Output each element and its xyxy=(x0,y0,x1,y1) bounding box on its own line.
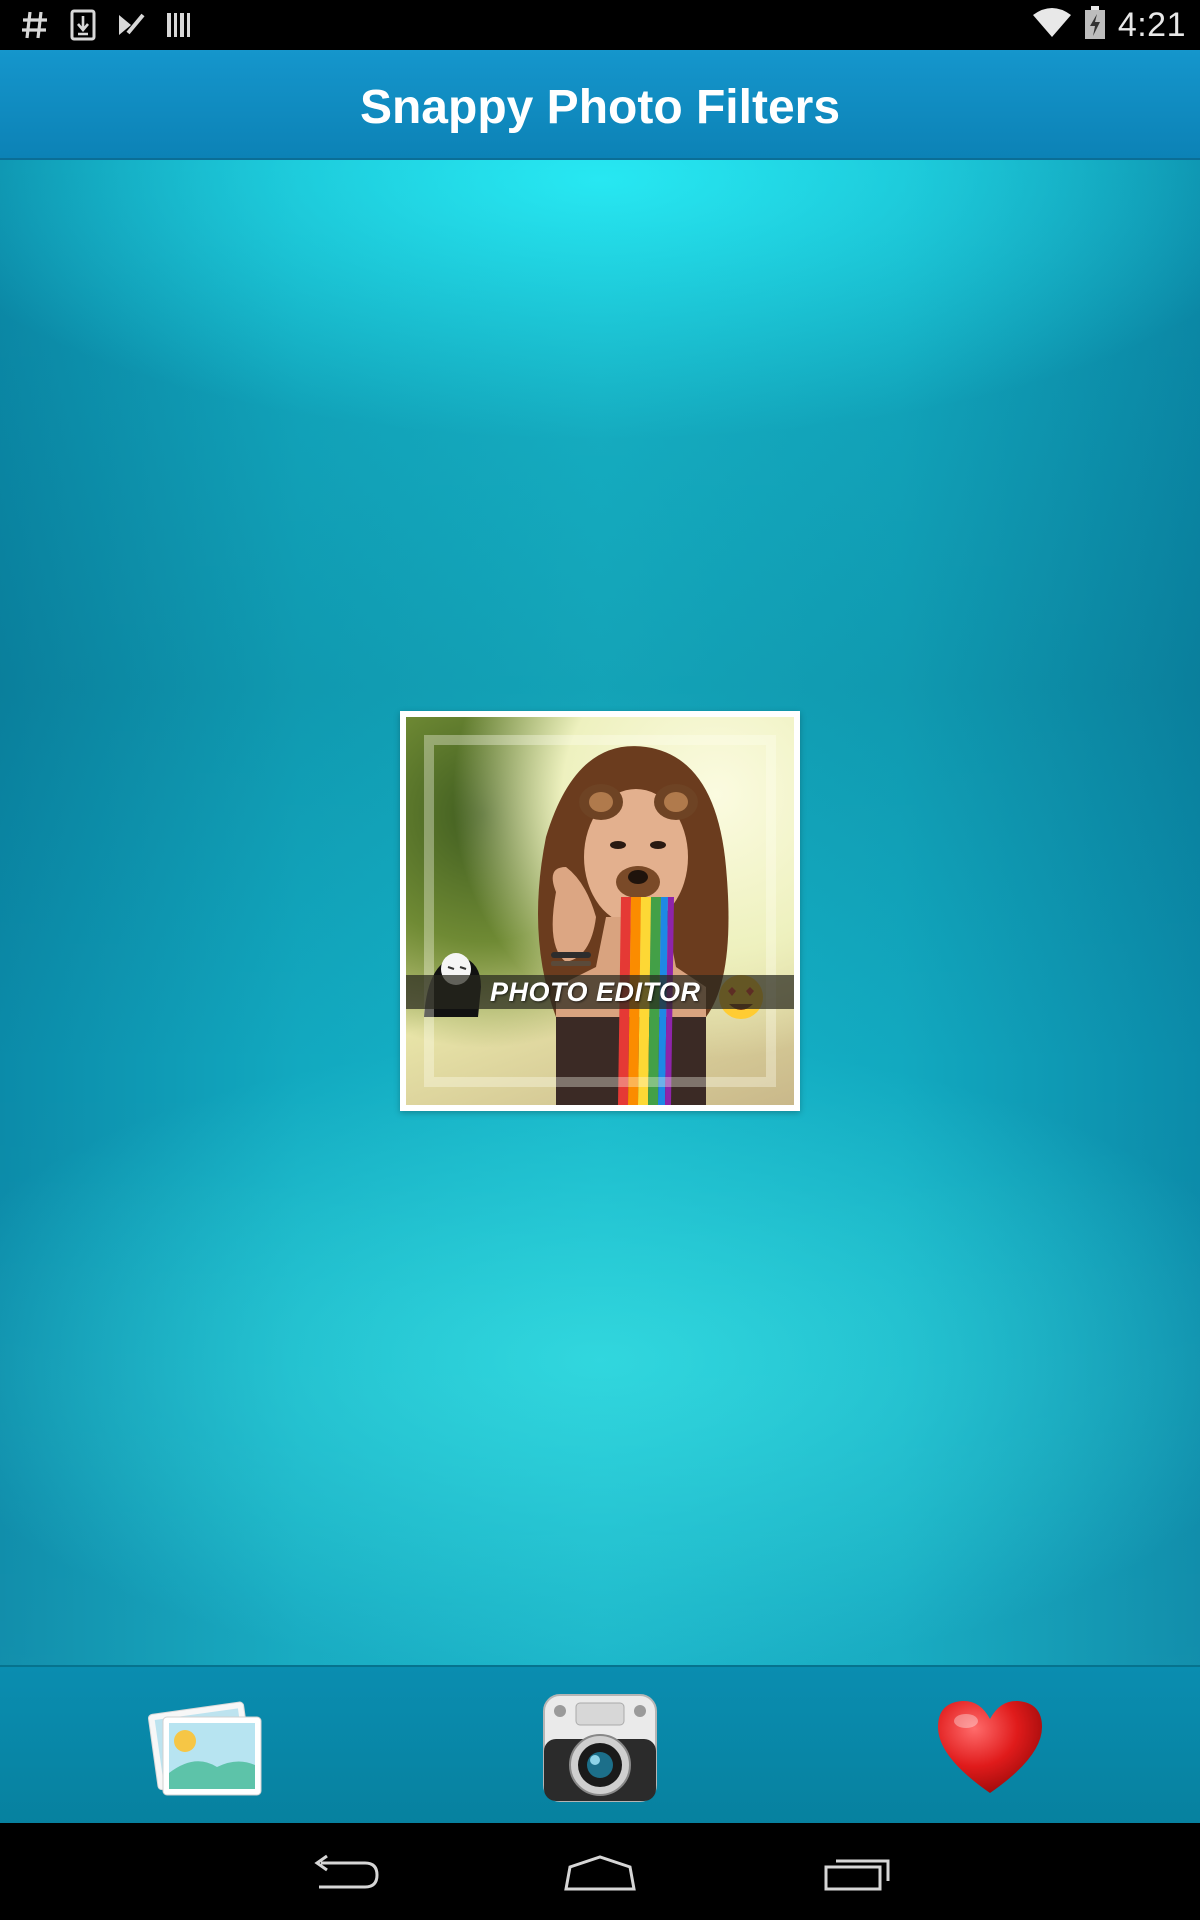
barcode-icon xyxy=(164,8,194,42)
promo-banner-text: PHOTO EDITOR xyxy=(490,977,701,1007)
hash-icon xyxy=(20,8,50,42)
app-title: Snappy Photo Filters xyxy=(359,81,841,134)
wifi-icon xyxy=(1032,7,1072,44)
recents-icon xyxy=(824,1859,890,1891)
favorites-button[interactable] xyxy=(928,1685,1052,1809)
gallery-button[interactable] xyxy=(145,1685,269,1809)
play-store-icon xyxy=(116,8,146,42)
promo-photo xyxy=(406,717,794,1105)
back-icon xyxy=(314,1854,379,1889)
main-content: PHOTO EDITOR xyxy=(0,160,1200,1665)
clock: 4:21 xyxy=(1117,5,1186,44)
back-button[interactable] xyxy=(293,1845,393,1901)
promo-tile[interactable]: PHOTO EDITOR xyxy=(400,711,800,1111)
bottom-toolbar xyxy=(0,1665,1200,1825)
heart-icon xyxy=(938,1700,1042,1793)
camera-icon xyxy=(543,1694,657,1802)
recents-button[interactable] xyxy=(808,1845,908,1901)
home-icon xyxy=(564,1855,636,1891)
download-icon xyxy=(68,8,98,42)
camera-button[interactable] xyxy=(538,1685,662,1809)
action-bar: Snappy Photo Filters xyxy=(0,50,1200,160)
promo-frame xyxy=(424,735,776,1087)
navigation-bar xyxy=(0,1823,1200,1920)
notification-icons xyxy=(20,6,194,44)
battery-charging-icon xyxy=(1084,5,1106,45)
gallery-icon xyxy=(147,1701,262,1796)
status-bar: 4:21 xyxy=(0,0,1200,50)
system-icons: 4:21 xyxy=(1032,4,1186,46)
home-button[interactable] xyxy=(550,1845,650,1901)
screen: 4:21 Snappy Photo Filters PHOTO EDITOR xyxy=(0,0,1200,1920)
